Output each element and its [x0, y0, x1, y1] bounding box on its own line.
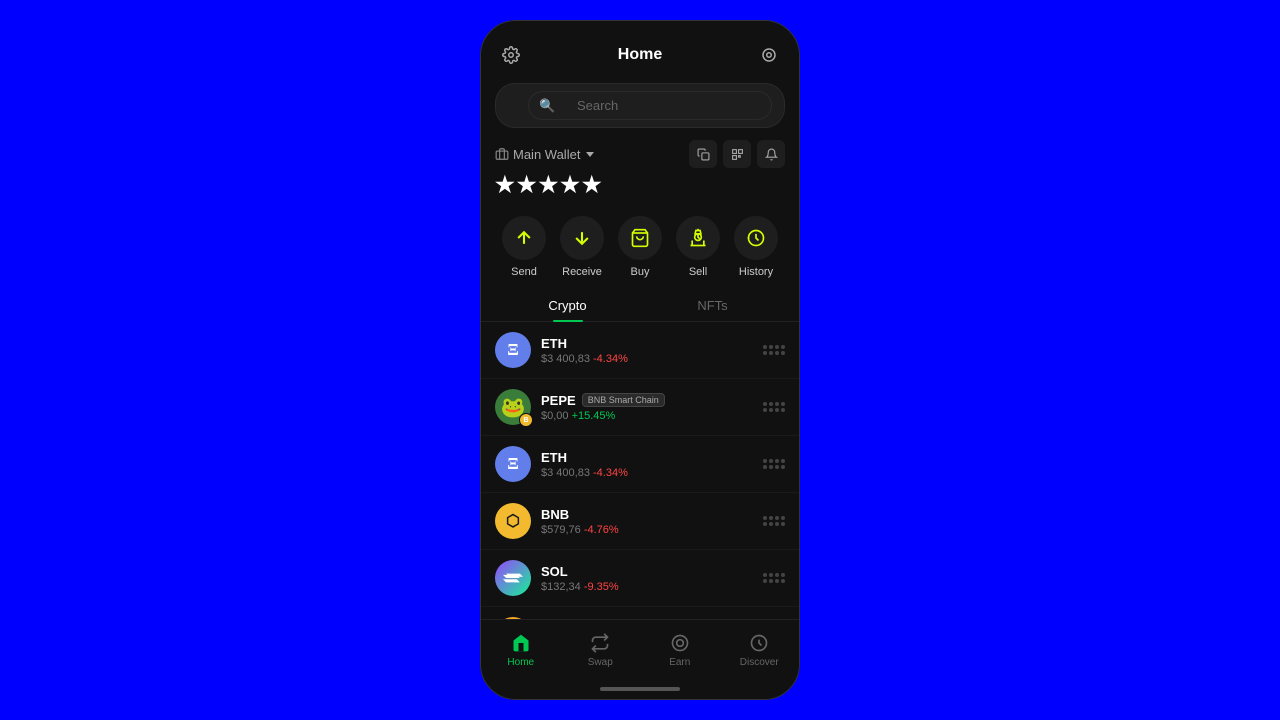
coin-symbol: SOL [541, 564, 568, 579]
header: Home [481, 33, 799, 77]
home-nav-label: Home [507, 657, 534, 668]
tab-nfts[interactable]: NFTs [640, 290, 785, 321]
history-label: History [739, 266, 773, 278]
search-icon: 🔍 [539, 98, 555, 114]
home-indicator [481, 679, 799, 699]
nav-discover[interactable]: Discover [720, 626, 800, 674]
wallet-name[interactable]: Main Wallet [495, 147, 594, 162]
buy-button[interactable]: Buy [618, 216, 662, 278]
bnb-icon: ⬡ [495, 503, 531, 539]
list-item[interactable]: Ξ ETH $3 400,83 -4.34% [481, 436, 799, 493]
crypto-list: Ξ ETH $3 400,83 -4.34% 🐸 B [481, 322, 799, 619]
qr-button[interactable] [723, 140, 751, 168]
list-item[interactable]: SOL $132,34 -9.35% [481, 550, 799, 607]
action-buttons: Send Receive Buy [481, 204, 799, 290]
eth-icon: Ξ [495, 332, 531, 368]
sell-button[interactable]: Sell [676, 216, 720, 278]
coin-menu[interactable] [763, 345, 785, 355]
coin-symbol: ETH [541, 336, 567, 351]
nav-home[interactable]: Home [481, 626, 561, 674]
list-item[interactable]: 🐕 ◎ Bonk Solana $0,00 -14.13% [481, 607, 799, 619]
coin-info: PEPE BNB Smart Chain $0,00 +15.45% [541, 393, 763, 422]
send-button[interactable]: Send [502, 216, 546, 278]
coin-symbol: PEPE [541, 393, 576, 408]
bell-button[interactable] [757, 140, 785, 168]
coin-menu[interactable] [763, 573, 785, 583]
coin-price: $132,34 -9.35% [541, 581, 763, 593]
eth-icon: Ξ [495, 446, 531, 482]
sol-icon [495, 560, 531, 596]
wallet-actions [689, 140, 785, 168]
coin-price: $3 400,83 -4.34% [541, 467, 763, 479]
receive-label: Receive [562, 266, 602, 278]
coin-info: ETH $3 400,83 -4.34% [541, 336, 763, 365]
coin-symbol: BNB [541, 507, 569, 522]
chain-badge: BNB Smart Chain [582, 393, 665, 407]
search-bar: 🔍 [481, 77, 799, 134]
discover-nav-label: Discover [740, 657, 779, 668]
pepe-icon: 🐸 B [495, 389, 531, 425]
coin-info: BNB $579,76 -4.76% [541, 507, 763, 536]
home-nav-icon [510, 632, 532, 654]
swap-nav-label: Swap [588, 657, 613, 668]
buy-label: Buy [631, 266, 650, 278]
coin-price: $0,00 +15.45% [541, 410, 763, 422]
tabs: Crypto NFTs [481, 290, 799, 322]
search-input[interactable] [559, 98, 759, 113]
list-item[interactable]: Ξ ETH $3 400,83 -4.34% [481, 322, 799, 379]
coin-menu[interactable] [763, 402, 785, 412]
nav-earn[interactable]: Earn [640, 626, 720, 674]
bottom-nav: Home Swap Earn [481, 619, 799, 679]
discover-nav-icon [748, 632, 770, 654]
wallet-section: Main Wallet [481, 134, 799, 204]
history-button[interactable]: History [734, 216, 778, 278]
nav-swap[interactable]: Swap [561, 626, 641, 674]
wallet-balance: ★★★★★ [495, 172, 785, 198]
earn-nav-icon [669, 632, 691, 654]
phone-frame: Home 🔍 Main Wallet [480, 20, 800, 700]
tab-crypto[interactable]: Crypto [495, 290, 640, 321]
send-label: Send [511, 266, 537, 278]
coin-price: $3 400,83 -4.34% [541, 353, 763, 365]
coin-menu[interactable] [763, 516, 785, 526]
search-container: 🔍 [495, 83, 785, 128]
list-item[interactable]: ⬡ BNB $579,76 -4.76% [481, 493, 799, 550]
coin-info: ETH $3 400,83 -4.34% [541, 450, 763, 479]
earn-nav-label: Earn [669, 657, 690, 668]
sell-label: Sell [689, 266, 707, 278]
coin-info: SOL $132,34 -9.35% [541, 564, 763, 593]
coin-symbol: ETH [541, 450, 567, 465]
chevron-down-icon [586, 152, 594, 157]
settings-icon[interactable] [497, 41, 525, 69]
home-bar [600, 687, 680, 691]
copy-button[interactable] [689, 140, 717, 168]
page-title: Home [618, 46, 662, 64]
coin-menu[interactable] [763, 459, 785, 469]
swap-nav-icon [589, 632, 611, 654]
wallet-icon [495, 147, 509, 161]
coin-price: $579,76 -4.76% [541, 524, 763, 536]
status-bar [481, 21, 799, 33]
bnb-sub-icon: B [519, 413, 533, 427]
list-item[interactable]: 🐸 B PEPE BNB Smart Chain $0,00 +15.45% [481, 379, 799, 436]
receive-button[interactable]: Receive [560, 216, 604, 278]
scan-icon[interactable] [755, 41, 783, 69]
